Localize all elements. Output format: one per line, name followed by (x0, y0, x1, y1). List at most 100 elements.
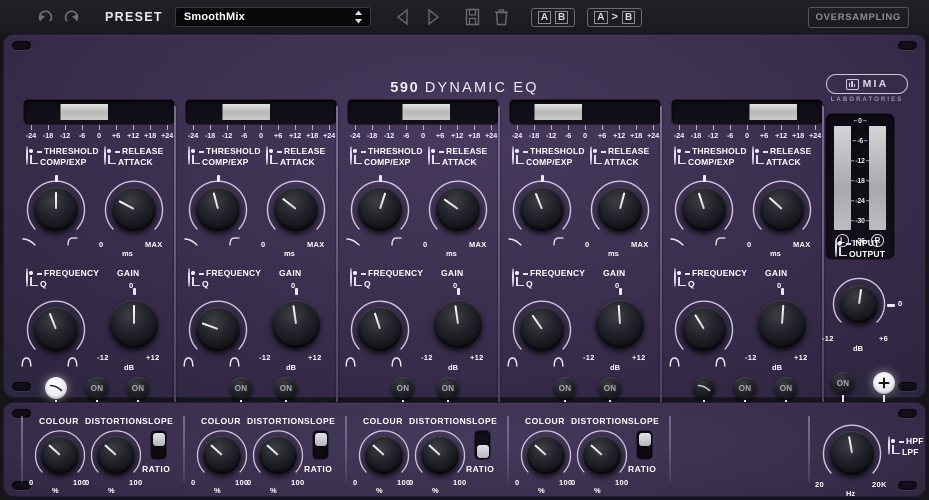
plus-icon[interactable] (873, 372, 895, 394)
band-5-release-switch[interactable]: RELEASE ATTACK (752, 146, 830, 176)
band-2-solo-led[interactable]: ON (275, 377, 297, 399)
extras-band-2-colour-unit: % (214, 486, 221, 495)
gr-tick-label: +18 (143, 131, 157, 140)
band-1-release-min-label: 0 (99, 240, 104, 249)
band-5-solo-led[interactable]: ON (775, 377, 797, 399)
preset-value: SmoothMix (183, 11, 245, 23)
band-1-release-switch[interactable]: RELEASE ATTACK (104, 146, 182, 176)
master-bypass-led[interactable]: ON (832, 372, 854, 394)
band-2-bypass-led[interactable]: ON (230, 377, 252, 399)
extras-band-4-colour-knob[interactable] (519, 428, 573, 482)
extras-band-2-colour-knob[interactable] (195, 428, 249, 482)
band-3-release-switch[interactable]: RELEASE ATTACK (428, 146, 506, 176)
band-2-frequency-switch[interactable]: FREQUENCY Q (188, 268, 266, 298)
ab-copy-button[interactable]: A > B (587, 7, 643, 27)
extras-band-3-distortion-knob[interactable] (413, 428, 467, 482)
band-2-frequency-knob[interactable] (187, 298, 249, 360)
band-1-threshold-switch[interactable]: THRESHOLD COMP/EXP (26, 146, 104, 176)
band-2-gain-knob[interactable] (265, 293, 327, 355)
band-5-release-knob[interactable] (751, 178, 813, 240)
gr-tick-label: +18 (305, 131, 319, 140)
extras-band-2-toggle-knob[interactable] (314, 432, 327, 446)
extras-band-3-colour-knob[interactable] (357, 428, 411, 482)
extras-band-4-distortion-knob[interactable] (575, 428, 629, 482)
band-2-threshold-knob[interactable] (187, 178, 249, 240)
logo-subtitle: LABORATORIES (830, 97, 904, 103)
band-1-release-knob[interactable] (103, 178, 165, 240)
extras-band-4-toggle-knob[interactable] (638, 432, 651, 446)
band-3-frequency-switch[interactable]: FREQUENCY Q (350, 268, 428, 298)
band-4-gain-knob[interactable] (589, 293, 651, 355)
shelf-curve-icon[interactable] (693, 377, 715, 399)
extras-band-1-distortion-knob[interactable] (89, 428, 143, 482)
master-gain-knob[interactable] (831, 276, 887, 332)
band-2-threshold-switch[interactable]: THRESHOLD COMP/EXP (188, 146, 266, 176)
extras-band-2-slope-ratio-toggle[interactable] (313, 431, 328, 459)
band-4-release-knob[interactable] (589, 178, 651, 240)
next-preset-icon[interactable] (424, 8, 441, 26)
band-4-bypass-led[interactable]: ON (554, 377, 576, 399)
master-gain-min-label: -12 (822, 334, 834, 343)
band-3-threshold-switch[interactable]: THRESHOLD COMP/EXP (350, 146, 428, 176)
band-3-threshold-knob[interactable] (349, 178, 411, 240)
band-5-frequency-switch[interactable]: FREQUENCY Q (674, 268, 752, 298)
band-5-gain-knob[interactable] (751, 293, 813, 355)
band-5-release-min-label: 0 (747, 240, 752, 249)
band-1-solo-led[interactable]: ON (127, 377, 149, 399)
extras-band-3-slope-ratio-toggle[interactable] (475, 431, 490, 459)
band-5-threshold-knob[interactable] (673, 178, 735, 240)
band-1-gain-knob[interactable] (103, 293, 165, 355)
prev-preset-icon[interactable] (395, 8, 412, 26)
band-1-bypass-led[interactable]: ON (86, 377, 108, 399)
band-4-threshold-knob[interactable] (511, 178, 573, 240)
band-5-threshold-switch[interactable]: THRESHOLD COMP/EXP (674, 146, 752, 176)
extras-band-3-slope-label: SLOPE (466, 416, 498, 426)
extras-band-1-slope-ratio-toggle[interactable] (151, 431, 166, 459)
band-5-frequency-knob[interactable] (673, 298, 735, 360)
band-1-frequency-knob[interactable] (25, 298, 87, 360)
band-3-release-knob[interactable] (427, 178, 489, 240)
extras-band-4-slope-ratio-toggle[interactable] (637, 431, 652, 459)
gr-tick-label: +6 (111, 131, 121, 140)
extras-band-1-toggle-knob[interactable] (152, 432, 165, 446)
band-2-release-knob[interactable] (265, 178, 327, 240)
band-4-threshold-switch[interactable]: THRESHOLD COMP/EXP (512, 146, 590, 176)
band-3-frequency-knob[interactable] (349, 298, 411, 360)
extras-band-2-distortion-knob[interactable] (251, 428, 305, 482)
filter-frequency-knob[interactable] (821, 422, 883, 484)
preset-select[interactable]: SmoothMix (174, 7, 371, 27)
band-3-gain-title: GAIN (441, 268, 464, 278)
band-5-release-max-label: MAX (793, 240, 811, 249)
band-4-frequency-switch[interactable]: FREQUENCY Q (512, 268, 590, 298)
band-2-release-switch[interactable]: RELEASE ATTACK (266, 146, 344, 176)
band-1-frequency-switch[interactable]: FREQUENCY Q (26, 268, 104, 298)
band-5-gr-meter (672, 100, 822, 124)
band-3-bypass-led[interactable]: ON (392, 377, 414, 399)
extras-band-3-ratio-label: RATIO (466, 464, 495, 474)
band-2-gain-max-label: +12 (308, 353, 322, 362)
extras-band-1-colour-knob[interactable] (33, 428, 87, 482)
redo-icon[interactable] (62, 8, 81, 27)
band-4-release-switch[interactable]: RELEASE ATTACK (590, 146, 668, 176)
band-4-frequency-knob[interactable] (511, 298, 573, 360)
chevron-updown-icon (354, 10, 363, 24)
page-title: 590 DYNAMIC EQ (3, 80, 926, 96)
undo-icon[interactable] (36, 8, 55, 27)
floppy-save-icon[interactable] (465, 8, 480, 26)
input-output-switch[interactable]: INPUT OUTPUT (835, 238, 913, 268)
band-3-gain-knob[interactable] (427, 293, 489, 355)
band-2-frequency-min-glyph (183, 354, 194, 372)
band-4-solo-led[interactable]: ON (599, 377, 621, 399)
band-1-threshold-knob[interactable] (25, 178, 87, 240)
extras-band-2-slope-label: SLOPE (304, 416, 336, 426)
band-3-gain-min-label: -12 (421, 353, 433, 362)
band-3-solo-led[interactable]: ON (437, 377, 459, 399)
hpf-lpf-switch[interactable]: HPF LPF (888, 436, 929, 466)
extras-band-4-distortion-unit: % (594, 486, 601, 495)
ab-compare-button[interactable]: A B (530, 7, 576, 27)
oversampling-button[interactable]: OVERSAMPLING (807, 6, 909, 28)
trash-icon[interactable] (494, 8, 509, 26)
band-5-bypass-led[interactable]: ON (734, 377, 756, 399)
shelf-curve-icon[interactable] (45, 377, 67, 399)
extras-band-3-toggle-knob[interactable] (476, 444, 489, 458)
